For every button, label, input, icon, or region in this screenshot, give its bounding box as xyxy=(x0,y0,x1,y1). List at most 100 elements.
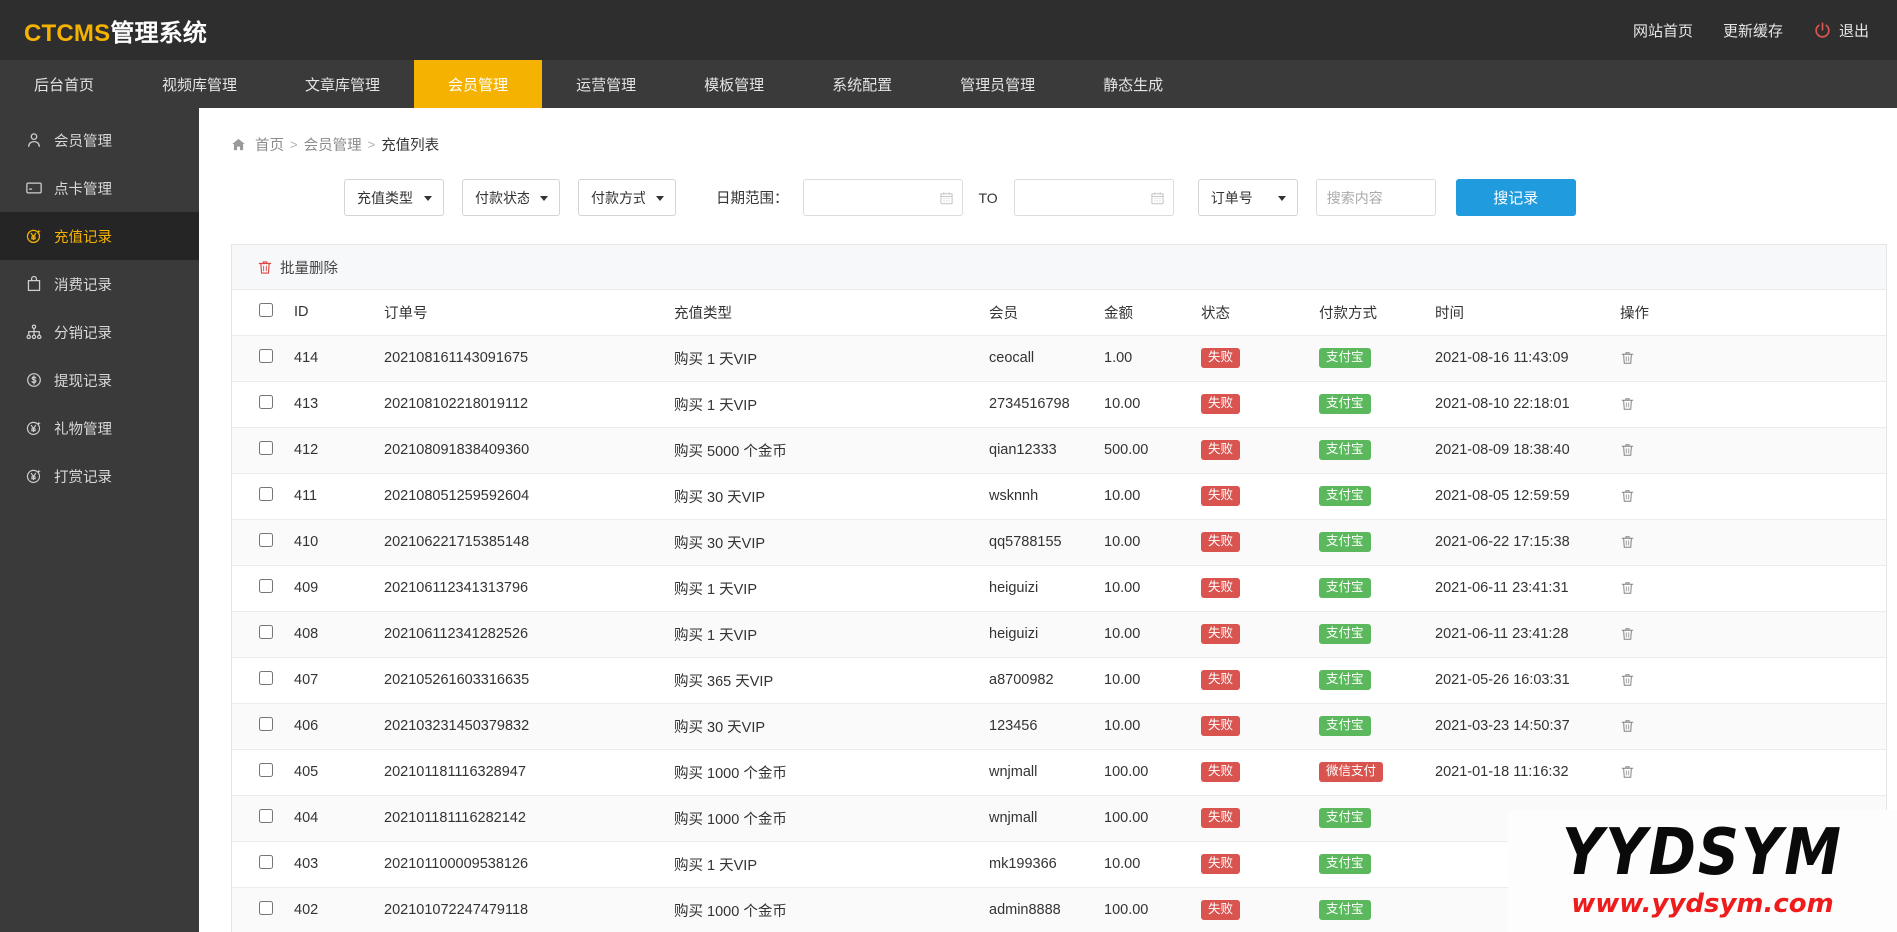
row-checkbox[interactable] xyxy=(259,763,273,777)
cell-pay-method: 微信支付 xyxy=(1319,749,1435,796)
row-checkbox[interactable] xyxy=(259,671,273,685)
table-row: 414 202108161143091675 购买 1 天VIP ceocall 1.0… xyxy=(232,335,1886,382)
sidebar-item-member-management[interactable]: 会员管理 xyxy=(0,116,199,164)
status-badge: 失败 xyxy=(1201,624,1241,644)
bulk-delete-button[interactable]: 批量删除 xyxy=(257,257,338,278)
trash-icon[interactable] xyxy=(1620,580,1635,596)
nav-item-0[interactable]: 后台首页 xyxy=(0,60,128,108)
status-badge: 失败 xyxy=(1201,900,1241,920)
cell-time: 2021-08-16 11:43:09 xyxy=(1435,335,1620,382)
cell-amount: 100.00 xyxy=(1104,887,1201,932)
trash-icon[interactable] xyxy=(1620,488,1635,504)
nav-item-7[interactable]: 管理员管理 xyxy=(926,60,1069,108)
refresh-cache-link[interactable]: 更新缓存 xyxy=(1723,20,1783,41)
trash-icon[interactable] xyxy=(1620,810,1635,826)
row-checkbox[interactable] xyxy=(259,487,273,501)
trash-icon[interactable] xyxy=(1620,718,1635,734)
cell-type: 购买 1000 个金币 xyxy=(674,749,989,796)
row-checkbox[interactable] xyxy=(259,625,273,639)
sidebar-item-reward-records[interactable]: 打赏记录 xyxy=(0,452,199,500)
sidebar-item-withdrawal-records[interactable]: 提现记录 xyxy=(0,356,199,404)
nav-item-4[interactable]: 运营管理 xyxy=(542,60,670,108)
row-select-cell xyxy=(232,473,294,520)
row-checkbox[interactable] xyxy=(259,579,273,593)
sidebar-item-consumption-records[interactable]: 消费记录 xyxy=(0,260,199,308)
cell-amount: 100.00 xyxy=(1104,795,1201,842)
trash-icon[interactable] xyxy=(1620,350,1635,366)
cell-amount: 10.00 xyxy=(1104,703,1201,750)
header-actions: 网站首页 更新缓存 退出 xyxy=(1633,20,1869,41)
sidebar-item-gift-management[interactable]: 礼物管理 xyxy=(0,404,199,452)
trash-icon[interactable] xyxy=(1620,764,1635,780)
pay-method-select[interactable]: 付款方式 xyxy=(578,179,676,216)
date-end-wrap xyxy=(1013,179,1174,216)
pay-status-select[interactable]: 付款状态 xyxy=(462,179,560,216)
pay-method-badge: 支付宝 xyxy=(1319,440,1371,460)
cell-order-no: 202106112341313796 xyxy=(384,565,674,612)
nav-item-5[interactable]: 模板管理 xyxy=(670,60,798,108)
sidebar-item-recharge-records[interactable]: 充值记录 xyxy=(0,212,199,260)
search-field-select[interactable]: 订单号 xyxy=(1197,179,1298,216)
breadcrumb-home[interactable]: 首页 xyxy=(255,134,284,155)
cell-amount: 1.00 xyxy=(1104,335,1201,382)
logout-button[interactable]: 退出 xyxy=(1813,20,1869,41)
cell-type: 购买 1 天VIP xyxy=(674,611,989,658)
cell-id: 405 xyxy=(294,749,384,796)
table-row: 403 202101100009538126 购买 1 天VIP mk199366 10… xyxy=(232,841,1886,888)
trash-icon[interactable] xyxy=(1620,534,1635,550)
cell-status: 失败 xyxy=(1201,795,1319,842)
cell-operation xyxy=(1620,427,1886,474)
status-badge: 失败 xyxy=(1201,808,1241,828)
nav-item-6[interactable]: 系统配置 xyxy=(798,60,926,108)
sidebar-item-card-management[interactable]: 点卡管理 xyxy=(0,164,199,212)
trash-icon[interactable] xyxy=(1620,902,1635,918)
cell-member: mk199366 xyxy=(989,841,1104,888)
cell-amount: 500.00 xyxy=(1104,427,1201,474)
filter-bar: 充值类型 付款状态 付款方式 日期范围： TO 订单号 搜索内容 搜记录 xyxy=(199,155,1897,216)
table-row: 410 202106221715385148 购买 30 天VIP qq5788155… xyxy=(232,519,1886,566)
trash-icon[interactable] xyxy=(1620,442,1635,458)
sidebar-item-distribution-records[interactable]: 分销记录 xyxy=(0,308,199,356)
search-button[interactable]: 搜记录 xyxy=(1455,179,1576,216)
cell-type: 购买 5000 个金币 xyxy=(674,427,989,474)
cell-pay-method: 支付宝 xyxy=(1319,565,1435,612)
cell-status: 失败 xyxy=(1201,427,1319,474)
row-checkbox[interactable] xyxy=(259,349,273,363)
row-checkbox[interactable] xyxy=(259,855,273,869)
select-all-checkbox[interactable] xyxy=(259,303,273,318)
search-input[interactable] xyxy=(1315,179,1436,216)
row-checkbox[interactable] xyxy=(259,809,273,823)
cell-member: wnjmall xyxy=(989,749,1104,796)
pay-method-select-wrap: 付款方式 xyxy=(578,179,676,216)
cell-id: 411 xyxy=(294,473,384,520)
nav-item-3[interactable]: 会员管理 xyxy=(414,60,543,108)
breadcrumb-section[interactable]: 会员管理 xyxy=(304,134,362,155)
cell-amount: 10.00 xyxy=(1104,565,1201,612)
trash-icon[interactable] xyxy=(1620,856,1635,872)
row-checkbox[interactable] xyxy=(259,901,273,915)
nav-item-1[interactable]: 视频库管理 xyxy=(128,60,271,108)
cell-operation xyxy=(1620,749,1886,796)
status-badge: 失败 xyxy=(1201,854,1241,874)
trash-icon xyxy=(257,259,273,276)
trash-icon[interactable] xyxy=(1620,396,1635,412)
cell-type: 购买 1 天VIP xyxy=(674,335,989,382)
recharge-type-select[interactable]: 充值类型 xyxy=(344,179,444,216)
trash-icon[interactable] xyxy=(1620,626,1635,642)
date-start-input[interactable] xyxy=(802,179,963,216)
cell-status: 失败 xyxy=(1201,887,1319,932)
site-home-link[interactable]: 网站首页 xyxy=(1633,20,1693,41)
date-end-input[interactable] xyxy=(1013,179,1174,216)
row-checkbox[interactable] xyxy=(259,395,273,409)
trash-icon[interactable] xyxy=(1620,672,1635,688)
nav-item-8[interactable]: 静态生成 xyxy=(1069,60,1197,108)
cell-type: 购买 365 天VIP xyxy=(674,657,989,704)
nav-item-2[interactable]: 文章库管理 xyxy=(271,60,414,108)
status-badge: 失败 xyxy=(1201,716,1241,736)
row-checkbox[interactable] xyxy=(259,441,273,455)
row-checkbox[interactable] xyxy=(259,717,273,731)
cell-id: 407 xyxy=(294,657,384,704)
row-select-cell xyxy=(232,887,294,932)
table-row: 413 202108102218019112 购买 1 天VIP 2734516798… xyxy=(232,381,1886,428)
row-checkbox[interactable] xyxy=(259,533,273,547)
